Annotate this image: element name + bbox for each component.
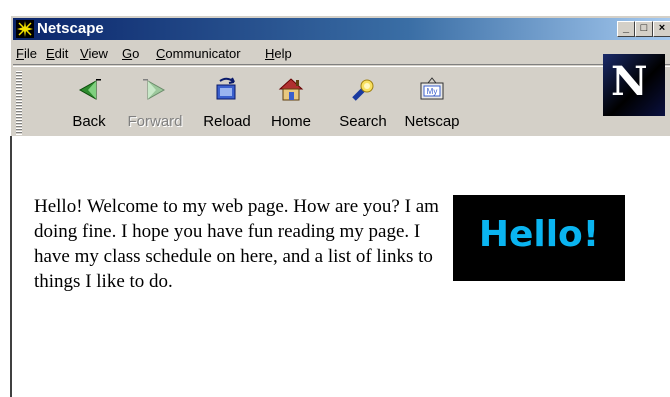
page-content-area: Hello! Hello! Welcome to my web page. Ho… <box>10 136 670 397</box>
menu-bar: File Edit View Go Communicator Help <box>13 42 670 65</box>
menu-help[interactable]: Help <box>265 46 292 61</box>
menu-go-mnemonic: G <box>122 46 133 61</box>
home-button[interactable]: Home <box>261 71 321 135</box>
back-button[interactable]: Back <box>59 71 119 135</box>
menu-edit-rest: dit <box>54 46 69 61</box>
menu-file-mnemonic: F <box>16 46 24 61</box>
menu-communicator-mnemonic: C <box>156 46 166 61</box>
menu-go[interactable]: Go <box>122 46 139 61</box>
minimize-button[interactable]: _ <box>617 21 635 37</box>
welcome-paragraph: Hello! Welcome to my web page. How are y… <box>34 194 624 294</box>
image-float-spacer <box>448 194 624 284</box>
my-netscape-icon: My <box>420 77 444 100</box>
forward-label: Forward <box>127 113 183 130</box>
menu-communicator[interactable]: Communicator <box>156 46 241 61</box>
back-arrow-icon <box>78 79 101 100</box>
menu-help-mnemonic: H <box>265 46 275 61</box>
home-label: Home <box>270 113 311 130</box>
menu-file-rest: ile <box>23 46 37 61</box>
search-flashlight-icon <box>352 79 374 101</box>
toolbar-grip[interactable] <box>16 71 22 135</box>
search-button[interactable]: Search <box>333 71 393 135</box>
close-button[interactable]: × <box>653 21 670 37</box>
menu-edit-mnemonic: E <box>46 46 55 61</box>
welcome-text: Hello! Welcome to my web page. How are y… <box>34 196 439 292</box>
menu-communicator-rest: ommunicator <box>165 46 241 61</box>
search-label: Search <box>339 113 387 130</box>
netscape-throbber-logo[interactable]: N <box>603 54 665 116</box>
maximize-button[interactable]: □ <box>635 21 653 37</box>
menu-help-rest: elp <box>274 46 292 61</box>
svg-text:My: My <box>427 87 438 96</box>
reload-label: Reload <box>203 113 251 130</box>
menu-view[interactable]: View <box>80 46 108 61</box>
menu-edit[interactable]: Edit <box>46 46 68 61</box>
menu-go-rest: o <box>132 46 140 61</box>
logo-letter: N <box>611 58 648 105</box>
window-title: Netscape <box>37 20 104 37</box>
netscape-label: Netscap <box>404 113 460 130</box>
netscape-app-icon <box>16 20 34 38</box>
forward-arrow-icon <box>143 79 166 100</box>
netscape-button[interactable]: My Netscap <box>397 71 467 135</box>
navigation-toolbar: Back Forward Reload Home Search My Netsc… <box>13 66 670 139</box>
title-bar[interactable]: Netscape _ □ × <box>13 18 670 40</box>
menu-view-rest: iew <box>88 46 108 61</box>
home-icon <box>278 78 304 101</box>
menu-file[interactable]: File <box>16 46 37 61</box>
reload-button[interactable]: Reload <box>197 71 257 135</box>
back-label: Back <box>72 113 106 130</box>
forward-button[interactable]: Forward <box>125 71 185 135</box>
reload-icon <box>216 77 236 100</box>
